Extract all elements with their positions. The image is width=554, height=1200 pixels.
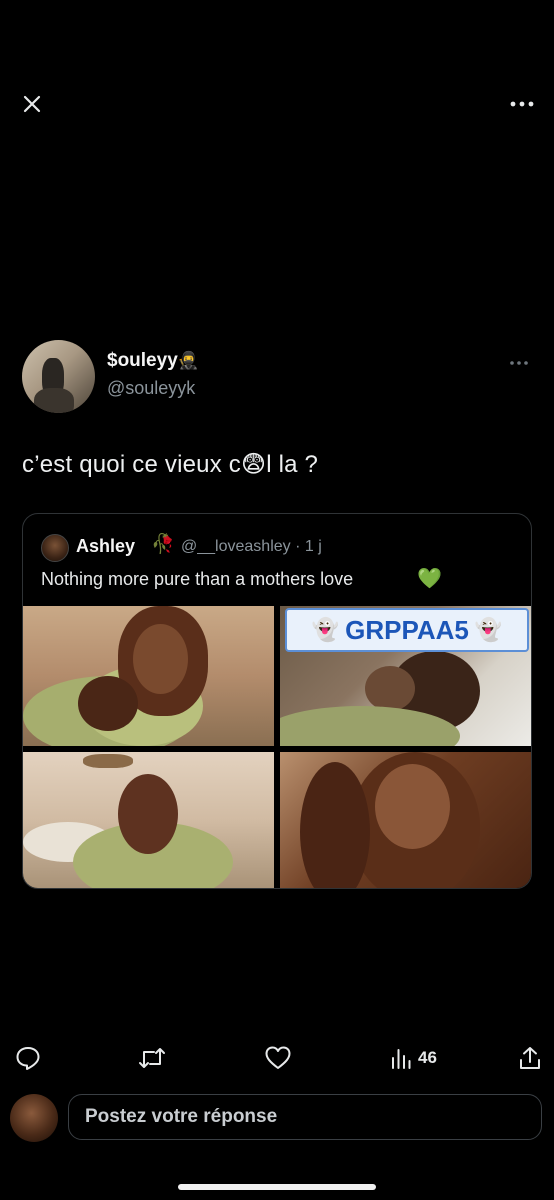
ghost-emoji-right: 👻 bbox=[474, 617, 503, 642]
quote-text: Nothing more pure than a mothers love bbox=[41, 569, 354, 589]
quote-author-avatar[interactable] bbox=[41, 534, 69, 562]
more-horizontal-icon bbox=[510, 361, 528, 365]
watermark-banner: 👻 GRPPAA5 👻 bbox=[285, 608, 529, 652]
quote-author-handle: @__loveashley · 1 j bbox=[181, 538, 322, 555]
watermark-label: GRPPAA5 bbox=[345, 614, 469, 645]
current-user-avatar[interactable] bbox=[10, 1094, 58, 1142]
reply-input[interactable]: Postez votre réponse bbox=[68, 1094, 542, 1140]
reply-icon bbox=[16, 1047, 40, 1070]
close-icon bbox=[23, 95, 41, 113]
quote-photo-2[interactable]: 👻 GRPPAA5 👻 bbox=[280, 606, 531, 746]
quote-rose-emoji: 🥀 bbox=[151, 534, 175, 555]
author-badge-emoji: 🥷 bbox=[177, 351, 199, 370]
author-avatar[interactable] bbox=[22, 340, 95, 413]
close-button[interactable] bbox=[14, 86, 50, 122]
quoted-tweet-card[interactable]: Ashley 🥀 @__loveashley · 1 j Nothing mor… bbox=[22, 513, 532, 889]
author-display-name[interactable]: $ouleyy🥷 bbox=[107, 350, 199, 372]
heart-icon bbox=[265, 1046, 291, 1069]
more-horizontal-icon bbox=[510, 101, 534, 107]
ghost-emoji-left: 👻 bbox=[311, 617, 340, 642]
home-indicator[interactable] bbox=[178, 1184, 376, 1190]
quote-author-name: Ashley bbox=[76, 536, 136, 556]
views-count: 46 bbox=[418, 1048, 437, 1067]
author-handle[interactable]: @souleyyk bbox=[107, 378, 195, 399]
share-icon bbox=[520, 1047, 540, 1069]
reply-button[interactable] bbox=[10, 1040, 46, 1076]
tweet-more-button[interactable] bbox=[502, 352, 536, 374]
tweet-text: c’est quoi ce vieux c😨l la ? bbox=[22, 451, 319, 478]
views-button[interactable]: 46 bbox=[390, 1040, 460, 1076]
quote-photo-1[interactable] bbox=[23, 606, 274, 746]
quote-photo-4[interactable] bbox=[280, 752, 531, 888]
retweet-icon bbox=[139, 1048, 165, 1068]
retweet-button[interactable] bbox=[134, 1040, 170, 1076]
author-name-text: $ouleyy bbox=[107, 350, 178, 371]
views-chart-icon bbox=[392, 1049, 411, 1069]
quote-photo-3[interactable] bbox=[23, 752, 274, 888]
more-options-button[interactable] bbox=[500, 86, 544, 122]
reply-placeholder: Postez votre réponse bbox=[85, 1106, 278, 1127]
green-heart-emoji: 💚 bbox=[417, 568, 442, 590]
share-button[interactable] bbox=[512, 1040, 548, 1076]
like-button[interactable] bbox=[260, 1040, 296, 1076]
